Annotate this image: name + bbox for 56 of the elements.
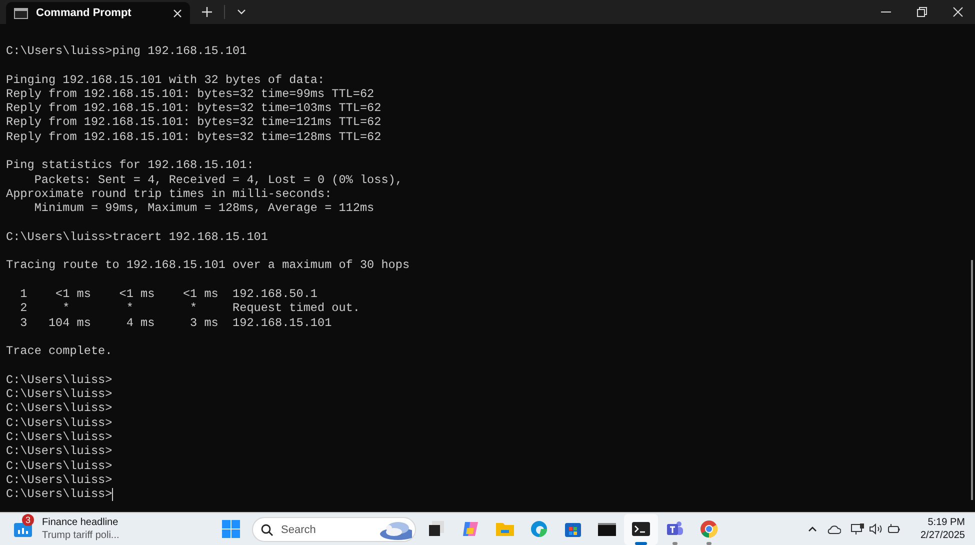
console-line: Reply from 192.168.15.101: bytes=32 time=99ms TTL=62	[6, 86, 374, 102]
news-widget[interactable]: 3 Finance headline Trump tariff poli...	[0, 516, 222, 542]
close-icon[interactable]	[173, 8, 182, 18]
clock-date[interactable]: 2/27/2025	[920, 529, 965, 542]
console-line: C:\Users\luiss>	[6, 387, 112, 402]
widget-title: Finance headline	[42, 516, 120, 529]
scrollbar-thumb[interactable]	[971, 260, 973, 500]
task-view-icon	[427, 519, 447, 539]
clock-time[interactable]: 5:19 PM	[928, 516, 965, 529]
console-line: C:\Users\luiss>	[6, 487, 112, 502]
widget-subtitle: Trump tariff poli...	[42, 529, 120, 542]
chrome-icon	[699, 519, 719, 539]
text-cursor	[112, 488, 114, 501]
copilot-icon	[461, 519, 481, 539]
console-line: 2 * * * Request timed out.	[19, 301, 360, 316]
console-line: C:\Users\luiss>	[6, 372, 112, 388]
console-line: Approximate round trip times in milli-seconds:	[6, 186, 332, 202]
cloud-icon[interactable]	[826, 524, 840, 534]
dropdown-icon[interactable]	[237, 9, 246, 15]
console-line: 1 <1 ms <1 ms <1 ms 192.168.50.1	[19, 287, 318, 302]
terminal-icon	[631, 519, 651, 539]
tab-title: Command Prompt	[36, 6, 132, 21]
notification-badge: 3	[22, 514, 34, 526]
new-tab-icon[interactable]	[202, 7, 212, 17]
console-line: Reply from 192.168.15.101: bytes=32 time=121ms TTL=62	[6, 115, 382, 130]
chart-icon	[14, 523, 32, 537]
console-line: Ping statistics for 192.168.15.101:	[6, 158, 254, 173]
console-line: C:\Users\luiss>	[6, 444, 112, 459]
console-line: Trace complete.	[6, 344, 112, 359]
close-icon[interactable]	[953, 7, 963, 17]
console-line: Minimum = 99ms, Maximum = 128ms, Average = 112ms	[33, 201, 374, 216]
console-line: C:\Users\luiss>	[6, 430, 112, 444]
restore-icon[interactable]	[917, 7, 927, 17]
console-line: Reply from 192.168.15.101: bytes=32 time=128ms TTL=62	[6, 130, 382, 144]
console-line: C:\Users\luiss>ping 192.168.15.101	[6, 44, 247, 58]
console-line: Tracing route to 192.168.15.101 over a maximum of 30 hops	[6, 258, 410, 273]
console-line: Pinging 192.168.15.101 with 32 bytes of data:	[6, 72, 325, 87]
terminal-tab[interactable]: Command Prompt	[6, 2, 190, 24]
network-icon[interactable]	[850, 523, 864, 535]
edge-icon	[529, 519, 549, 539]
speaker-icon[interactable]	[868, 523, 882, 535]
console-line: Reply from 192.168.15.101: bytes=32 time=103ms TTL=62	[6, 101, 382, 116]
battery-icon[interactable]	[886, 523, 900, 535]
console-line: C:\Users\luiss>tracert 192.168.15.101	[6, 230, 268, 244]
minimize-icon[interactable]	[881, 11, 891, 13]
console-line: C:\Users\luiss>	[6, 458, 112, 473]
console-line: C:\Users\luiss>	[6, 416, 112, 430]
console-line: C:\Users\luiss>	[6, 401, 112, 416]
chevron-up-icon[interactable]	[808, 526, 816, 532]
console-line: 3 104 ms 4 ms 3 ms 192.168.15.101	[19, 316, 332, 330]
search-icon	[261, 524, 273, 536]
terminal-taskbar-button[interactable]	[624, 514, 658, 544]
console-line: Packets: Sent = 4, Received = 4, Lost = 0 (0% loss),	[33, 172, 402, 187]
start-icon[interactable]	[222, 520, 240, 538]
console-line: C:\Users\luiss>	[6, 472, 112, 488]
console-icon	[14, 8, 28, 18]
